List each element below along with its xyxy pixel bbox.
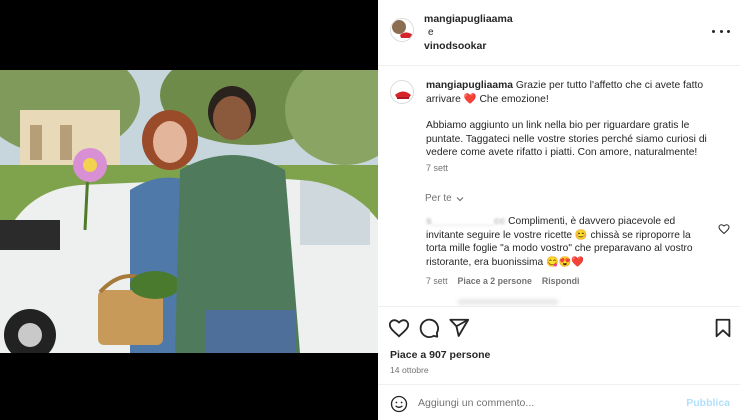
post-details-panel: mangiapugliaama e vinodsookar mangiapugl… (378, 0, 740, 420)
collaborator-username[interactable]: vinodsookar (424, 40, 486, 52)
caption-heart-emoji: ❤️ (463, 93, 477, 105)
comment-like-heart-icon[interactable] (718, 222, 730, 235)
comment-timestamp[interactable]: 7 sett (426, 276, 448, 286)
post-date[interactable]: 14 ottobre (390, 365, 429, 375)
instagram-post-modal: mangiapugliaama e vinodsookar mangiapugl… (0, 0, 740, 420)
caption-line1-end: Che emozione! (479, 93, 549, 105)
post-actions: Piace a 907 persone 14 ottobre (378, 306, 740, 384)
comment-likes[interactable]: Piace a 2 persone (458, 276, 532, 286)
comment-filter-label: Per te (425, 193, 452, 204)
caption-username[interactable]: mangiapugliaama (426, 80, 513, 91)
post-media-panel (0, 0, 378, 420)
send-icon[interactable] (448, 317, 470, 339)
likes-count[interactable]: Piace a 907 persone (390, 349, 490, 361)
chevron-down-icon (455, 194, 465, 204)
comment-item: s___________cc Complimenti, è davvero pi… (426, 215, 711, 269)
post-photo[interactable] (0, 70, 378, 353)
view-replies-row[interactable] (458, 299, 558, 305)
more-dots-icon[interactable] (712, 24, 730, 38)
caption-paragraph2: Abbiamo aggiunto un link nella bio per r… (426, 120, 707, 159)
heart-icon[interactable] (388, 317, 410, 339)
comment-reply-button[interactable]: Rispondi (542, 276, 580, 286)
post-header: mangiapugliaama e vinodsookar (378, 0, 740, 66)
bookmark-icon[interactable] (712, 317, 734, 339)
smiley-icon[interactable] (390, 395, 408, 413)
comment-username[interactable]: s___________cc (426, 216, 505, 227)
add-comment-bar: Pubblica (378, 384, 740, 420)
post-caption: mangiapugliaama Grazie per tutto l'affet… (426, 79, 718, 160)
collab-joiner: e (428, 27, 434, 38)
caption-avatar[interactable] (390, 80, 414, 104)
author-avatar[interactable] (390, 18, 414, 42)
publish-button[interactable]: Pubblica (686, 397, 730, 409)
author-username[interactable]: mangiapugliaama (424, 13, 513, 25)
comments-section: mangiapugliaama Grazie per tutto l'affet… (378, 66, 740, 306)
caption-timestamp[interactable]: 7 sett (426, 163, 448, 173)
comment-meta: 7 sett Piace a 2 persone Rispondi (426, 276, 579, 286)
comment-input[interactable] (418, 393, 678, 413)
comment-filter-dropdown[interactable]: Per te (425, 193, 465, 204)
comment-icon[interactable] (418, 317, 440, 339)
